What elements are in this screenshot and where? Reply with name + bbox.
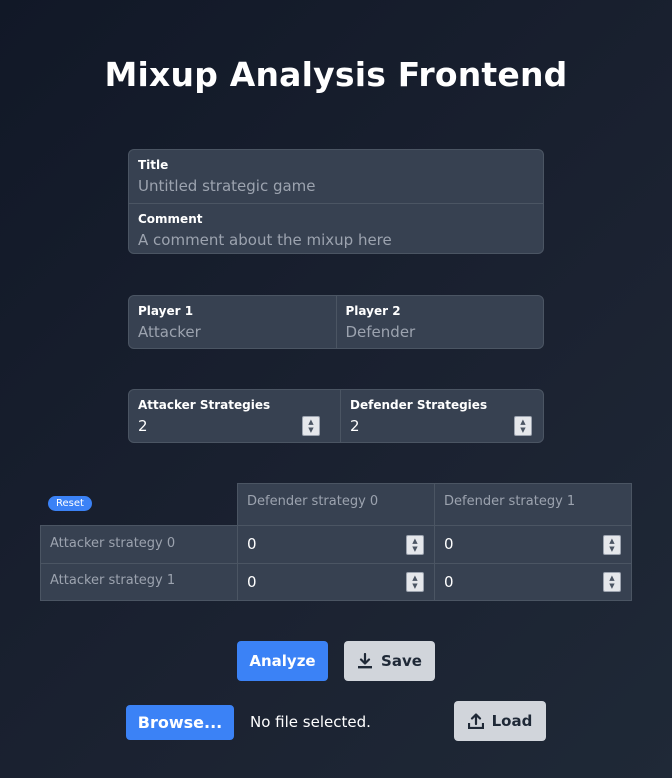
payoff-cell[interactable]: 0 ▲ ▼ xyxy=(434,563,632,601)
spinner-arrows-icon[interactable]: ▲ ▼ xyxy=(406,535,424,555)
attacker-strategies-label: Attacker Strategies xyxy=(138,398,271,412)
file-status: No file selected. xyxy=(250,713,371,731)
payoff-value: 0 xyxy=(247,535,257,553)
column-header: Defender strategy 1 xyxy=(434,483,632,526)
title-field: Title xyxy=(129,150,543,203)
browse-button[interactable]: Browse... xyxy=(126,705,234,740)
attacker-strategies-value: 2 xyxy=(138,417,148,435)
payoff-cell[interactable]: 0 ▲ ▼ xyxy=(237,525,435,564)
player2-input[interactable] xyxy=(345,319,534,343)
save-button[interactable]: Save xyxy=(344,641,435,681)
payoff-value: 0 xyxy=(444,573,454,591)
title-label: Title xyxy=(138,158,169,172)
load-button[interactable]: Load xyxy=(454,701,546,741)
column-header: Defender strategy 0 xyxy=(237,483,435,526)
spinner-arrows-icon[interactable]: ▲ ▼ xyxy=(406,572,424,592)
player2-label: Player 2 xyxy=(345,304,401,318)
payoff-cell[interactable]: 0 ▲ ▼ xyxy=(237,563,435,601)
spinner-arrows-icon[interactable]: ▲ ▼ xyxy=(514,416,532,436)
row-header: Attacker strategy 1 xyxy=(40,563,238,601)
defender-strategies-value: 2 xyxy=(350,417,360,435)
title-input[interactable] xyxy=(138,173,534,197)
comment-field: Comment xyxy=(129,204,543,253)
upload-icon xyxy=(467,713,484,729)
download-icon xyxy=(358,653,373,669)
analyze-button[interactable]: Analyze xyxy=(237,641,328,681)
player1-field: Player 1 xyxy=(129,296,336,348)
row-header: Attacker strategy 0 xyxy=(40,525,238,564)
attacker-strategies-field: Attacker Strategies 2 ▲ ▼ xyxy=(129,390,340,442)
analyze-label: Analyze xyxy=(249,652,316,670)
save-label: Save xyxy=(381,652,422,670)
payoff-cell[interactable]: 0 ▲ ▼ xyxy=(434,525,632,564)
meta-group: Title Comment xyxy=(128,149,544,254)
player2-field: Player 2 xyxy=(335,296,544,348)
reset-button[interactable]: Reset xyxy=(48,496,92,511)
payoff-value: 0 xyxy=(247,573,257,591)
payoff-value: 0 xyxy=(444,535,454,553)
defender-strategies-input[interactable]: 2 ▲ ▼ xyxy=(350,413,532,437)
load-label: Load xyxy=(491,712,533,730)
defender-strategies-field: Defender Strategies 2 ▲ ▼ xyxy=(340,390,543,442)
spinner-arrows-icon[interactable]: ▲ ▼ xyxy=(603,535,621,555)
defender-strategies-label: Defender Strategies xyxy=(350,398,488,412)
comment-label: Comment xyxy=(138,212,203,226)
players-group: Player 1 Player 2 xyxy=(128,295,544,349)
attacker-strategies-input[interactable]: 2 ▲ ▼ xyxy=(138,413,320,437)
player1-label: Player 1 xyxy=(138,304,194,318)
page-title: Mixup Analysis Frontend xyxy=(104,55,568,94)
comment-input[interactable] xyxy=(138,227,534,251)
browse-label: Browse... xyxy=(137,713,223,732)
strategies-group: Attacker Strategies 2 ▲ ▼ Defender Strate… xyxy=(128,389,544,443)
spinner-arrows-icon[interactable]: ▲ ▼ xyxy=(302,416,320,436)
player1-input[interactable] xyxy=(138,319,327,343)
spinner-arrows-icon[interactable]: ▲ ▼ xyxy=(603,572,621,592)
